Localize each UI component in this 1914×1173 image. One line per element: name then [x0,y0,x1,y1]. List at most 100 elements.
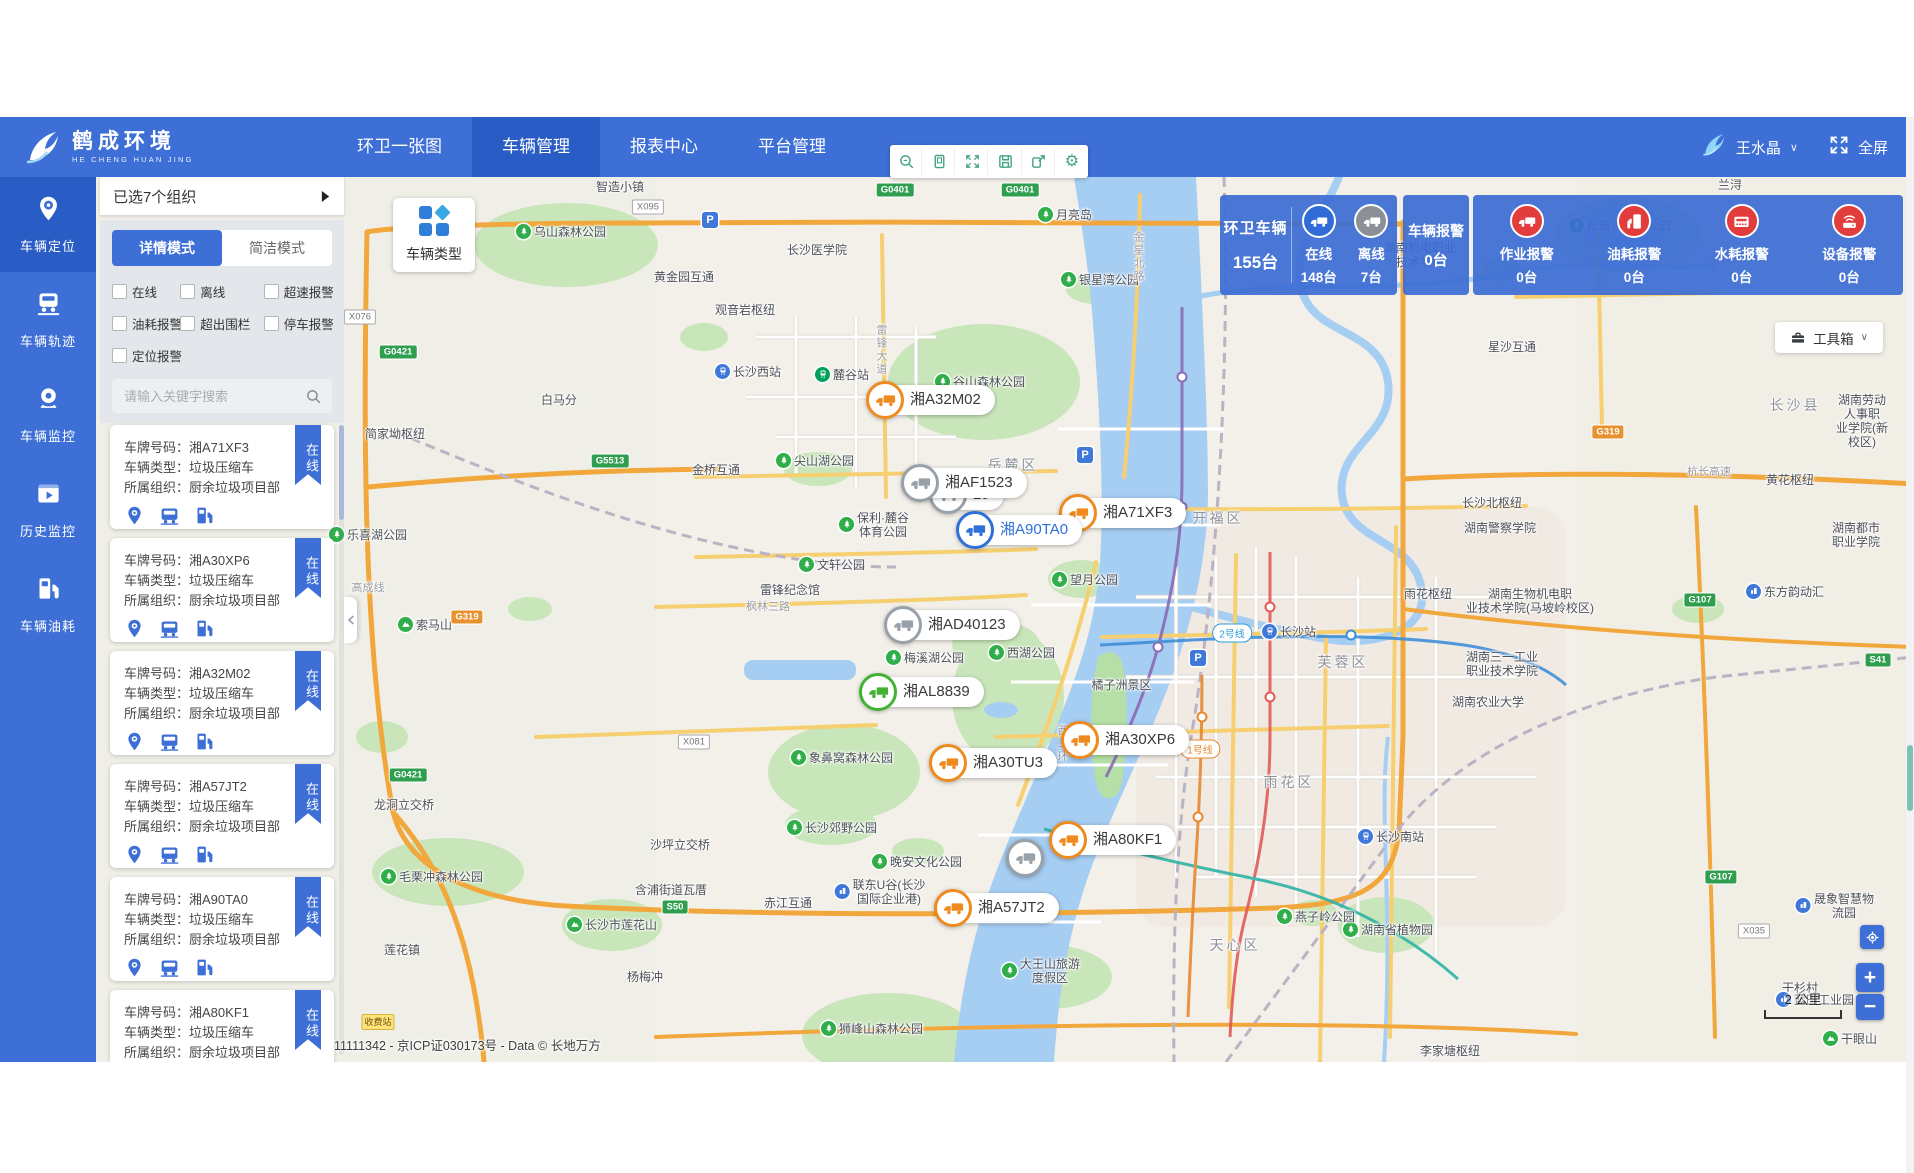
map-poi-label: 天心区 [1210,938,1261,952]
fuel-pump-icon[interactable] [194,844,215,868]
fullscreen-label[interactable]: 全屏 [1858,137,1888,158]
share-icon[interactable] [1024,149,1055,175]
tab-simple-mode[interactable]: 简洁模式 [222,230,332,266]
sidebar-item-icon [35,480,62,512]
vehicle-marker[interactable]: 湘AD40123 [884,606,1020,644]
map-poi-label: 沙坪立交桥 [650,838,710,852]
filter-checkbox[interactable]: 超出围栏 [180,314,264,333]
poi-icon [872,853,887,871]
fuel-pump-icon[interactable] [194,957,215,981]
checkbox-icon[interactable] [112,316,127,331]
tab-detail-mode[interactable]: 详情模式 [112,230,222,266]
filter-checkbox[interactable]: 油耗报警 [112,314,180,333]
settings-icon[interactable]: ⚙ [1057,149,1087,175]
filter-checkbox[interactable]: 在线 [112,282,180,301]
vehicle-card[interactable]: 车牌号码：湘A30XP6 车辆类型：垃圾压缩车 所属组织：厨余垃圾项目部 在线 [110,538,334,642]
track-bus-icon[interactable] [159,618,180,642]
filter-checkbox[interactable]: 超速报警 [264,282,332,301]
checkbox-icon[interactable] [112,284,127,299]
org-selector[interactable]: 已选7个组织 [100,177,344,215]
arrow-right-icon[interactable] [320,191,331,202]
vehicle-marker[interactable]: 湘A80KF1 [1049,821,1176,859]
toolbox-button[interactable]: 工具箱 ∨ [1775,322,1883,353]
vehicle-card[interactable]: 车牌号码：湘A80KF1 车辆类型：垃圾压缩车 所属组织：厨余垃圾项目部 在线 [110,990,334,1062]
track-bus-icon[interactable] [159,844,180,868]
list-scrollbar-thumb[interactable] [339,425,344,520]
panel-collapse-handle[interactable] [344,597,357,643]
checkbox-icon[interactable] [180,316,195,331]
vehicle-marker[interactable]: 湘A32M02 [866,381,995,419]
map-poi-label: 橘子洲景区 [1088,678,1151,692]
save-icon[interactable] [991,149,1022,175]
vehicle-marker[interactable] [1006,839,1044,877]
locate-pin-icon[interactable] [124,844,145,868]
track-bus-icon[interactable] [159,957,180,981]
zoom-in-button[interactable]: + [1856,963,1884,992]
fuel-pump-icon[interactable] [194,618,215,642]
user-name[interactable]: 王水晶 [1736,137,1781,158]
frame-select-icon[interactable] [924,149,955,175]
sidebar-item-vehicle-monitor[interactable]: 车辆监控 [0,367,96,462]
locate-button[interactable] [1860,925,1884,949]
poi-icon [516,223,531,241]
vehicle-marker[interactable]: 湘AL8839 [859,673,984,711]
track-bus-icon[interactable] [159,731,180,755]
sidebar-item-history-monitor[interactable]: 历史监控 [0,462,96,557]
truck-icon [901,464,939,502]
track-bus-icon[interactable] [159,505,180,529]
locate-pin-icon[interactable] [124,618,145,642]
filter-checkbox[interactable]: 定位报警 [112,346,180,365]
sidebar-item-vehicle-fuel[interactable]: 车辆油耗 [0,557,96,652]
metro-station-icon [1197,712,1208,723]
locate-pin-icon[interactable] [124,505,145,529]
checkbox-icon[interactable] [264,284,279,299]
list-scrollbar[interactable] [339,425,344,1055]
page-scrollbar[interactable] [1906,117,1914,1173]
zoom-out-button[interactable]: − [1856,994,1884,1020]
menu-huanwei-map[interactable]: 环卫一张图 [327,117,472,177]
checkbox-icon[interactable] [264,316,279,331]
poi-icon [835,883,850,901]
filter-checkbox[interactable]: 停车报警 [264,314,332,333]
checkbox-icon[interactable] [112,348,127,363]
fullscreen-icon[interactable] [1829,135,1849,160]
menu-vehicle-mgmt[interactable]: 车辆管理 [472,117,600,177]
menu-report-center[interactable]: 报表中心 [600,117,728,177]
map-poi-label: 湖南农业大学 [1452,695,1524,709]
sidebar-item-vehicle-locate[interactable]: 车辆定位 [0,177,96,272]
menu-platform-mgmt[interactable]: 平台管理 [728,117,856,177]
map-canvas[interactable]: 智造小镇 乌山森林公园 长沙医学院 黄金园互通 月亮岛 银星湾公园 观音岩枢纽 … [96,177,1914,1062]
locate-pin-icon[interactable] [124,731,145,755]
road-shield: X076 [344,310,376,325]
vehicle-card[interactable]: 车牌号码：湘A90TA0 车辆类型：垃圾压缩车 所属组织：厨余垃圾项目部 在线 [110,877,334,981]
vehicle-card[interactable]: 车牌号码：湘A71XF3 车辆类型：垃圾压缩车 所属组织：厨余垃圾项目部 在线 [110,425,334,529]
map-poi-label: 狮峰山森林公园 [821,1020,923,1038]
map-poi-label: 赤江互通 [764,896,812,910]
vehicle-type-button[interactable]: 车辆类型 [393,198,475,272]
vehicle-marker[interactable]: 湘A57JT2 [934,889,1059,927]
vehicle-marker[interactable]: 湘AF1523 [901,464,1027,502]
map-poi-label: 杭长高速 [1687,465,1731,479]
vehicle-card[interactable]: 车牌号码：湘A32M02 车辆类型：垃圾压缩车 所属组织：厨余垃圾项目部 在线 [110,651,334,755]
vehicle-marker[interactable]: 湘A90TA0 [956,511,1082,549]
vehicle-card[interactable]: 车牌号码：湘A57JT2 车辆类型：垃圾压缩车 所属组织：厨余垃圾项目部 在线 [110,764,334,868]
fuel-pump-icon[interactable] [194,731,215,755]
sidebar-item-vehicle-track[interactable]: 车辆轨迹 [0,272,96,367]
checkbox-icon[interactable] [180,284,195,299]
filter-checkbox[interactable]: 离线 [180,282,264,301]
fuel-pump-icon[interactable] [194,505,215,529]
poi-icon [1038,206,1053,224]
tiles-icon [419,206,449,236]
locate-pin-icon[interactable] [124,957,145,981]
vehicle-marker[interactable]: 湘A30XP6 [1061,721,1189,759]
org-value: 厨余垃圾项目部 [189,932,280,947]
plate-value: 湘A57JT2 [189,779,247,794]
search-input[interactable] [122,388,305,405]
type-label: 车辆类型： [124,799,189,814]
page-scrollbar-thumb[interactable] [1907,745,1913,811]
chevron-down-icon[interactable]: ∨ [1790,141,1798,154]
measure-icon[interactable] [891,149,922,175]
fit-view-icon[interactable] [957,149,988,175]
search-icon[interactable] [305,388,322,405]
vehicle-marker[interactable]: 湘A30TU3 [929,744,1057,782]
